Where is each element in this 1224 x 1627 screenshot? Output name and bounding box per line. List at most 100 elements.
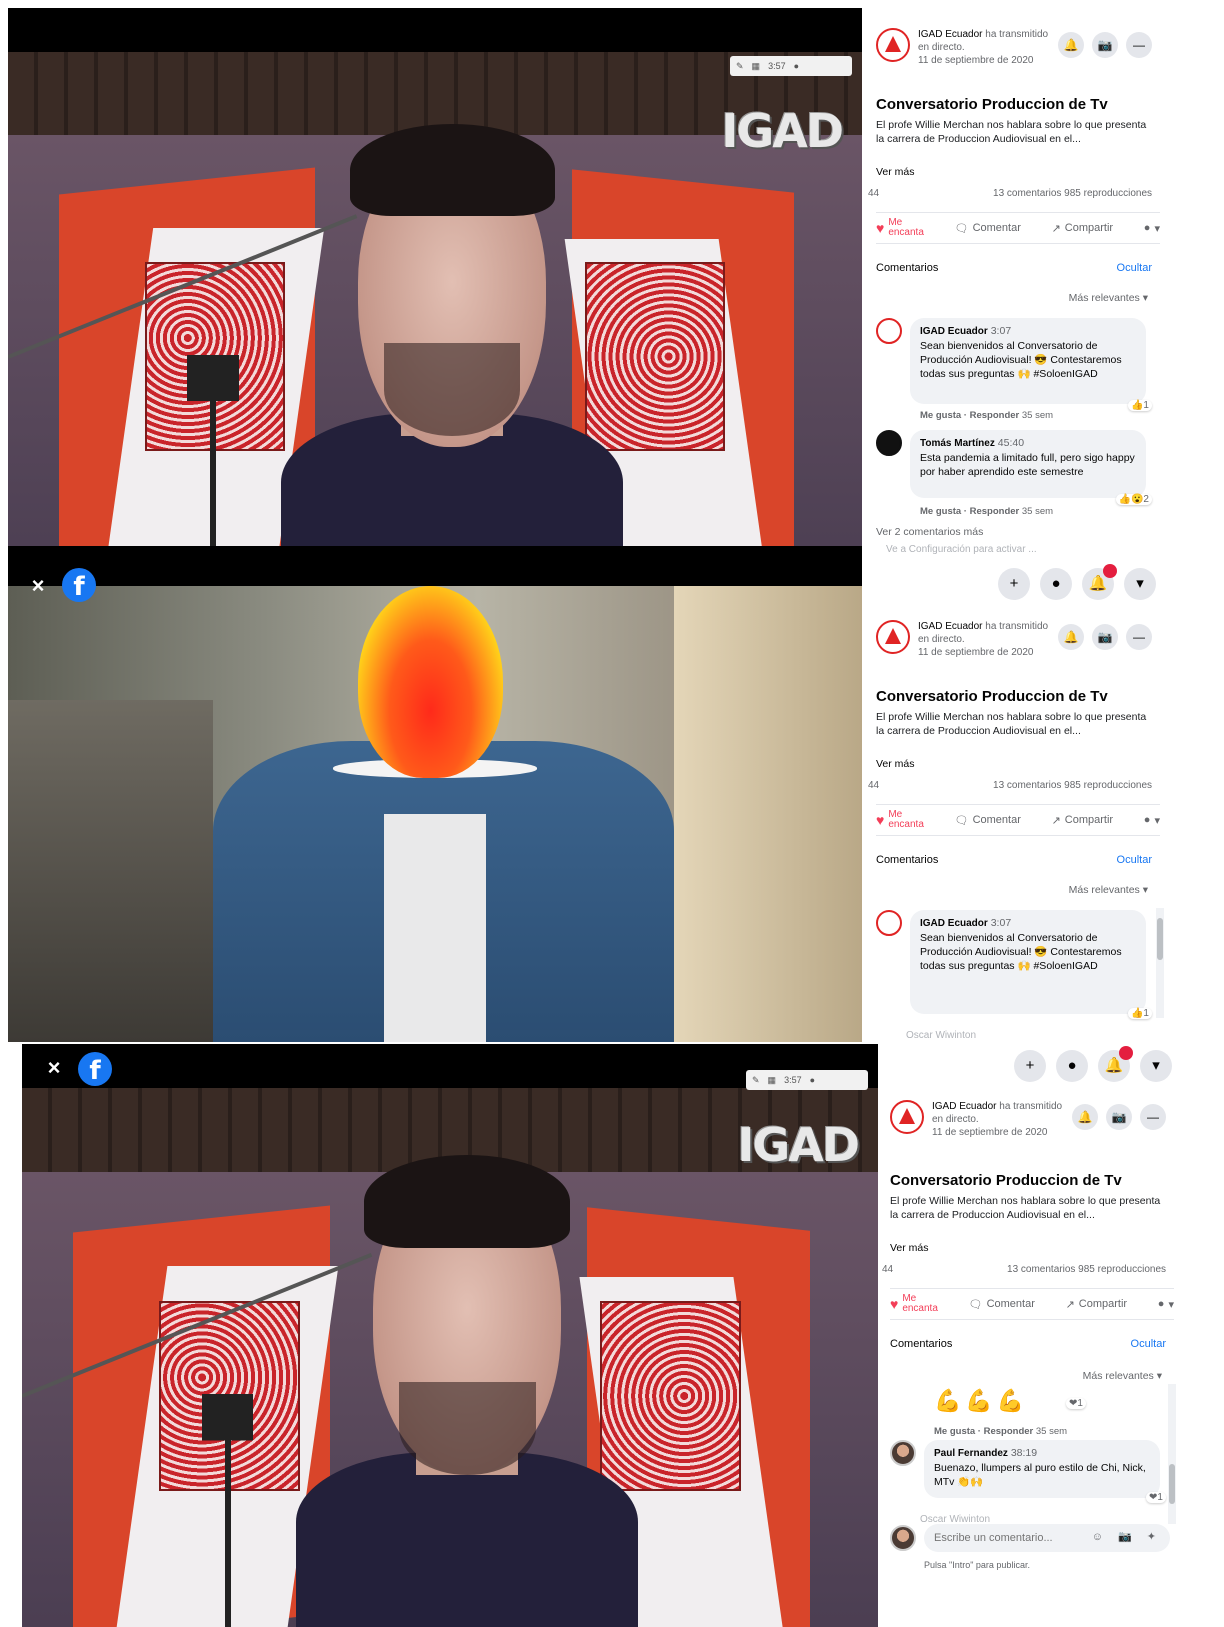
comments-scrollbar[interactable]: [1168, 1384, 1176, 1524]
comment-author[interactable]: Tomás Martínez: [920, 438, 995, 449]
reaction-badge[interactable]: 👍😮2: [1115, 494, 1152, 505]
comment-time[interactable]: 45:40: [998, 437, 1024, 449]
messenger-icon[interactable]: ●: [1040, 568, 1072, 600]
profile-switcher[interactable]: ● ▾: [1158, 1298, 1174, 1311]
more-icon[interactable]: —: [1126, 624, 1152, 650]
reaction-badge[interactable]: 👍1: [1127, 400, 1152, 411]
post-header: IGAD Ecuador ha transmitido en directo. …: [890, 1100, 1170, 1156]
comment-time[interactable]: 3:07: [991, 325, 1011, 337]
comment-time[interactable]: 3:07: [991, 917, 1011, 929]
user-icon[interactable]: ●: [810, 1075, 815, 1085]
pencil-icon[interactable]: ✎: [736, 61, 744, 72]
post-date[interactable]: 11 de septiembre de 2020: [932, 1127, 1047, 1138]
sort-dropdown[interactable]: Más relevantes ▾: [1083, 1370, 1162, 1382]
notifications-button[interactable]: 🔔: [1082, 564, 1117, 600]
bell-icon[interactable]: 🔔: [1058, 32, 1084, 58]
composer-icons[interactable]: ☺ 📷 ✦: [1092, 1530, 1162, 1543]
post-date[interactable]: 11 de septiembre de 2020: [918, 55, 1033, 66]
comment-actions[interactable]: Me gusta · Responder 35 sem: [934, 1426, 1067, 1437]
camera-icon[interactable]: 📷: [1106, 1104, 1132, 1130]
comment-bubble: IGAD Ecuador 3:07 Sean bienvenidos al Co…: [910, 910, 1146, 1014]
grid-icon[interactable]: ▦: [768, 1075, 777, 1086]
love-button[interactable]: ♥ Me encanta: [876, 218, 924, 238]
reaction-count[interactable]: 44: [882, 1264, 893, 1275]
bell-icon[interactable]: 🔔: [1058, 624, 1084, 650]
camera-icon[interactable]: 📷: [1092, 32, 1118, 58]
hide-comments-link[interactable]: Ocultar: [1131, 1338, 1166, 1350]
reaction-badge[interactable]: 👍1: [1127, 1008, 1152, 1019]
post-stats[interactable]: 13 comentarios 985 reproducciones: [993, 188, 1152, 199]
sort-dropdown[interactable]: Más relevantes ▾: [1069, 884, 1148, 896]
comment-avatar[interactable]: [876, 318, 902, 344]
post-stats[interactable]: 13 comentarios 985 reproducciones: [993, 780, 1152, 791]
comment-button[interactable]: 🗨 Comentar: [955, 222, 1021, 235]
video-mini-toolbar[interactable]: ✎ ▦ 3:57 ●: [730, 56, 852, 76]
share-button[interactable]: ↗ Compartir: [1066, 1298, 1128, 1311]
notifications-button[interactable]: 🔔: [1098, 1046, 1133, 1082]
reaction-count[interactable]: 44: [868, 780, 879, 791]
comments-scrollbar[interactable]: [1156, 908, 1164, 1018]
camera-icon[interactable]: 📷: [1092, 624, 1118, 650]
page-avatar[interactable]: [890, 1100, 924, 1134]
comment-actions[interactable]: Me gusta · Responder 35 sem: [920, 506, 1053, 517]
hide-comments-link[interactable]: Ocultar: [1117, 262, 1152, 274]
reaction-count[interactable]: 44: [868, 188, 879, 199]
grid-icon[interactable]: ▦: [752, 61, 761, 72]
chevron-down-icon[interactable]: ▾: [1140, 1050, 1172, 1082]
page-avatar[interactable]: [876, 28, 910, 62]
comment-avatar[interactable]: [890, 1440, 916, 1466]
sort-dropdown[interactable]: Más relevantes ▾: [1069, 292, 1148, 304]
close-icon[interactable]: ×: [24, 572, 52, 600]
page-name[interactable]: IGAD Ecuador: [918, 621, 982, 632]
comment-actions[interactable]: Me gusta · Responder 35 sem: [920, 410, 1053, 421]
plus-icon[interactable]: +: [998, 568, 1030, 600]
building: [674, 586, 862, 1042]
see-more-link[interactable]: Ver más: [890, 1242, 929, 1254]
comment-button[interactable]: 🗨 Comentar: [969, 1298, 1035, 1311]
see-more-link[interactable]: Ver más: [876, 758, 915, 770]
profile-switcher[interactable]: ● ▾: [1144, 222, 1160, 235]
post-stats[interactable]: 13 comentarios 985 reproducciones: [1007, 1264, 1166, 1275]
comment-avatar[interactable]: [876, 910, 902, 936]
messenger-icon[interactable]: ●: [1056, 1050, 1088, 1082]
plus-icon[interactable]: +: [1014, 1050, 1046, 1082]
more-icon[interactable]: —: [1126, 32, 1152, 58]
close-icon[interactable]: ×: [40, 1054, 68, 1082]
video-mini-toolbar[interactable]: ✎ ▦ 3:57 ●: [746, 1070, 868, 1090]
page-avatar[interactable]: [876, 620, 910, 654]
more-icon[interactable]: —: [1140, 1104, 1166, 1130]
reaction-badge[interactable]: ❤1: [1066, 1398, 1086, 1409]
comment-icon: 🗨: [954, 222, 969, 235]
page-name[interactable]: IGAD Ecuador: [932, 1101, 996, 1112]
chevron-down-icon[interactable]: ▾: [1124, 568, 1156, 600]
scrollbar-thumb[interactable]: [1169, 1464, 1175, 1504]
hide-comments-link[interactable]: Ocultar: [1117, 854, 1152, 866]
scrollbar-thumb[interactable]: [1157, 918, 1163, 960]
see-more-link[interactable]: Ver más: [876, 166, 915, 178]
user-icon[interactable]: ●: [794, 61, 799, 71]
comment-avatar[interactable]: [876, 430, 902, 456]
facebook-icon[interactable]: f: [62, 568, 96, 602]
video-player-1[interactable]: IGAD ✎ ▦ 3:57 ●: [8, 8, 862, 586]
post-date[interactable]: 11 de septiembre de 2020: [918, 647, 1033, 658]
love-button[interactable]: ♥ Me encanta: [876, 810, 924, 830]
bell-icon[interactable]: 🔔: [1072, 1104, 1098, 1130]
comment-author[interactable]: IGAD Ecuador: [920, 918, 988, 929]
share-button[interactable]: ↗ Compartir: [1052, 222, 1114, 235]
profile-switcher[interactable]: ● ▾: [1144, 814, 1160, 827]
comment-button[interactable]: 🗨 Comentar: [955, 814, 1021, 827]
page-name[interactable]: IGAD Ecuador: [918, 29, 982, 40]
love-label: Me encanta: [888, 217, 924, 238]
video-player-2[interactable]: [8, 586, 862, 1042]
love-button[interactable]: ♥ Me encanta: [890, 1294, 938, 1314]
comment-author[interactable]: IGAD Ecuador: [920, 326, 988, 337]
comment-author[interactable]: Paul Fernandez: [934, 1448, 1008, 1459]
comment-time[interactable]: 38:19: [1011, 1447, 1037, 1459]
reaction-badge[interactable]: ❤1: [1146, 1492, 1166, 1503]
pencil-icon[interactable]: ✎: [752, 1075, 760, 1086]
video-player-3[interactable]: IGAD ✎ ▦ 3:57 ●: [22, 1044, 878, 1627]
presenter-beard: [383, 343, 521, 436]
view-more-comments[interactable]: Ver 2 comentarios más: [876, 526, 983, 538]
facebook-icon[interactable]: f: [78, 1052, 112, 1086]
share-button[interactable]: ↗ Compartir: [1052, 814, 1114, 827]
